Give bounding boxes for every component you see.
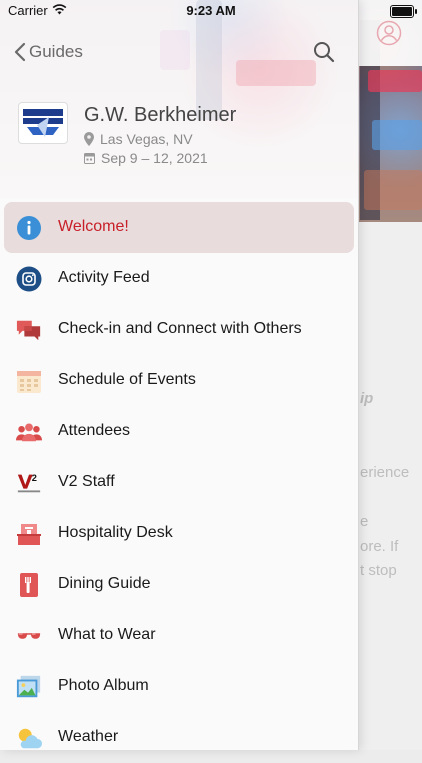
menu-item-activity-feed[interactable]: Activity Feed <box>0 253 358 304</box>
menu-item-check-in[interactable]: Check-in and Connect with Others <box>0 304 358 355</box>
menu-item-label: Dining Guide <box>58 575 151 592</box>
menu-item-welcome[interactable]: Welcome! <box>4 202 354 253</box>
drawer-header: Guides G.W. Berkheimer Las Vegas, NV Sep… <box>0 0 358 198</box>
menu-item-schedule[interactable]: Schedule of Events <box>0 355 358 406</box>
menu-item-hospitality-desk[interactable]: Hospitality Desk <box>0 508 358 559</box>
berkheimer-logo-icon <box>23 109 63 137</box>
chat-bubbles-icon <box>16 317 42 343</box>
dining-icon <box>16 572 42 598</box>
side-drawer: Guides G.W. Berkheimer Las Vegas, NV Sep… <box>0 0 358 750</box>
background-text: e <box>360 513 369 530</box>
dates-label: Sep 9 – 12, 2021 <box>101 150 208 166</box>
menu-item-weather[interactable]: Weather <box>0 712 358 763</box>
svg-text:2: 2 <box>32 473 37 483</box>
battery-icon <box>390 5 417 18</box>
event-dates: Sep 9 – 12, 2021 <box>84 150 208 166</box>
search-button[interactable] <box>312 40 336 69</box>
background-text: t stop <box>360 562 397 579</box>
calendar-icon <box>16 368 42 394</box>
menu-item-label: Photo Album <box>58 677 149 694</box>
info-icon <box>16 215 42 241</box>
photo-icon <box>16 674 42 700</box>
chevron-left-icon <box>14 42 26 62</box>
menu-item-label: Attendees <box>58 422 131 439</box>
event-title: G.W. Berkheimer <box>84 104 237 126</box>
drawer-menu: Welcome! Activity Feed Check-in and Conn… <box>0 202 358 763</box>
menu-item-label: Schedule of Events <box>58 371 196 388</box>
background-text: ore. If <box>360 538 399 555</box>
v2-logo-icon: 2 <box>16 470 42 496</box>
back-label: Guides <box>29 42 83 61</box>
menu-item-label: Check-in and Connect with Others <box>58 320 302 337</box>
event-logo <box>18 102 68 144</box>
menu-item-label: Welcome! <box>58 218 129 235</box>
event-location: Las Vegas, NV <box>84 131 193 147</box>
desk-icon <box>16 521 42 547</box>
weather-icon <box>16 725 42 751</box>
menu-item-label: Weather <box>58 728 119 745</box>
people-icon <box>16 419 42 445</box>
menu-item-what-to-wear[interactable]: What to Wear <box>0 610 358 661</box>
menu-item-attendees[interactable]: Attendees <box>0 406 358 457</box>
menu-item-v2-staff[interactable]: 2 V2 Staff <box>0 457 358 508</box>
menu-item-label: What to Wear <box>58 626 156 643</box>
status-bar: Carrier 9:23 AM <box>0 0 422 22</box>
clock: 9:23 AM <box>186 3 236 18</box>
search-icon <box>314 42 335 63</box>
calendar-small-icon <box>84 153 95 164</box>
menu-item-photo-album[interactable]: Photo Album <box>0 661 358 712</box>
background-text: erience <box>360 464 410 481</box>
menu-item-label: Activity Feed <box>58 269 150 286</box>
background-text: ip <box>360 390 374 407</box>
sunglasses-icon <box>16 623 42 649</box>
location-label: Las Vegas, NV <box>100 131 193 147</box>
menu-item-label: Hospitality Desk <box>58 524 173 541</box>
location-pin-icon <box>84 132 94 146</box>
profile-icon <box>376 20 402 46</box>
instagram-icon <box>16 266 42 292</box>
menu-item-dining-guide[interactable]: Dining Guide <box>0 559 358 610</box>
menu-item-label: V2 Staff <box>58 473 115 490</box>
back-button[interactable]: Guides <box>14 42 83 62</box>
